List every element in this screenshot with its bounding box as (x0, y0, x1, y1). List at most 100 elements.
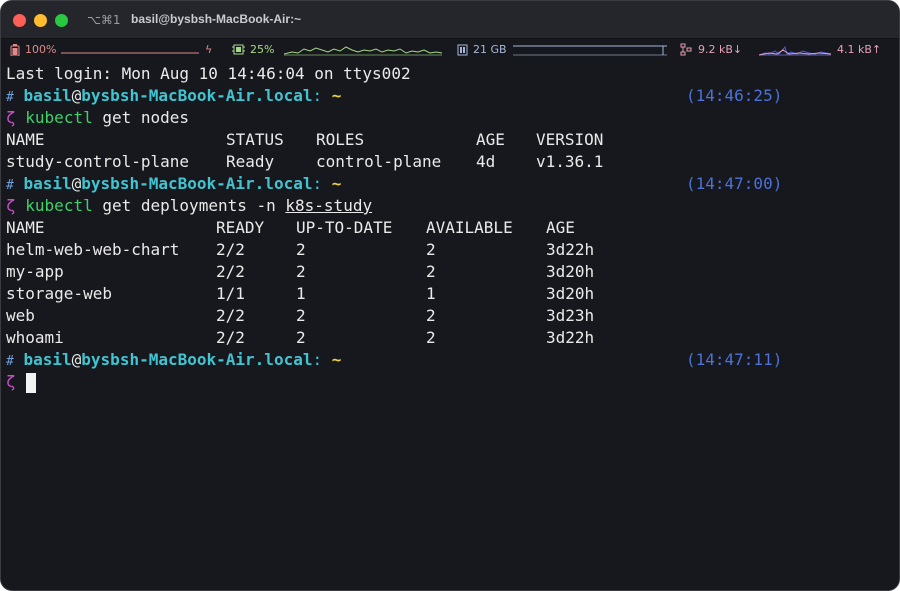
table-cell: 2/2 (216, 328, 245, 347)
minimize-button[interactable] (34, 14, 47, 27)
table-cell: 2 (426, 262, 436, 281)
prompt-at: @ (71, 86, 82, 105)
table-row: whoami 2/2 2 2 3d22h (6, 327, 896, 349)
memory-usage: 21 GB (473, 43, 507, 56)
table-cell: 3d20h (546, 262, 595, 281)
table-cell: web (6, 306, 35, 325)
header-cell: ROLES (316, 130, 365, 149)
input-line[interactable]: ζ (6, 371, 896, 393)
battery-line (61, 52, 199, 54)
table-cell: 3d22h (546, 240, 595, 259)
header-cell: VERSION (536, 130, 604, 149)
command-name: kubectl (25, 196, 93, 215)
table-cell: 2 (296, 262, 306, 281)
network-download: 9.2 kB↓ (698, 43, 743, 56)
table-cell: 2/2 (216, 240, 245, 259)
header-cell: NAME (6, 218, 45, 237)
prompt-user: basil (23, 350, 72, 369)
memory-sparkline (513, 45, 667, 56)
prompt-symbol: ζ (6, 196, 16, 215)
prompt-host: bysbsh-MacBook-Air.local (81, 86, 313, 105)
table-cell: 3d23h (546, 306, 595, 325)
table-cell: 2 (426, 328, 436, 347)
table-cell: v1.36.1 (536, 152, 604, 171)
memory-icon (457, 44, 468, 56)
table-cell: whoami (6, 328, 64, 347)
header-cell: NAME (6, 130, 45, 149)
table-row: study-control-plane Ready control-plane 4d v… (6, 151, 896, 173)
header-cell: STATUS (226, 130, 284, 149)
table-row: web 2/2 2 2 3d23h (6, 305, 896, 327)
network-icon (680, 43, 692, 56)
prompt-time: (14:47:00) (686, 174, 783, 193)
title-bar[interactable]: ⌥⌘1 basil@bysbsh-MacBook-Air:~ (1, 1, 899, 39)
prompt-line: # basil@bysbsh-MacBook-Air.local: ~ (14:4… (6, 85, 896, 107)
close-button[interactable] (13, 14, 26, 27)
command-name: kubectl (25, 108, 93, 127)
cpu-sparkline (284, 46, 443, 56)
cpu-percent: 25% (250, 43, 275, 56)
table-cell: 2 (296, 240, 306, 259)
prompt-hash: # (6, 354, 14, 369)
command-args: get deployments -n (102, 196, 276, 215)
prompt-time: (14:47:11) (686, 350, 783, 369)
zoom-button[interactable] (55, 14, 68, 27)
table-header: NAME STATUS ROLES AGE VERSION (6, 129, 896, 151)
command-line: ζ kubectl get deployments -n k8s-study (6, 195, 896, 217)
prompt-at: @ (71, 174, 82, 193)
table-cell: 3d20h (546, 284, 595, 303)
network-upload: 4.1 kB↑ (837, 43, 882, 56)
prompt-time: (14:46:25) (686, 86, 783, 105)
prompt-path: ~ (331, 350, 342, 369)
header-cell: READY (216, 218, 265, 237)
prompt-user: basil (23, 174, 72, 193)
header-cell: UP-TO-DATE (296, 218, 393, 237)
battery-icon (10, 44, 20, 56)
prompt-line: # basil@bysbsh-MacBook-Air.local: ~ (14:4… (6, 173, 896, 195)
header-cell: AVAILABLE (426, 218, 513, 237)
table-cell: 2/2 (216, 306, 245, 325)
prompt-colon: : (312, 350, 323, 369)
network-sparkline (759, 45, 832, 56)
header-cell: AGE (546, 218, 575, 237)
battery-percent: 100% (25, 43, 57, 56)
prompt-host: bysbsh-MacBook-Air.local (81, 350, 313, 369)
table-row: storage-web 1/1 1 1 3d20h (6, 283, 896, 305)
command-args: get nodes (102, 108, 190, 127)
table-cell: 4d (476, 152, 496, 171)
terminal-window: ⌥⌘1 basil@bysbsh-MacBook-Air:~ 100% ϟ 25… (0, 0, 900, 591)
command-line: ζ kubectl get nodes (6, 107, 896, 129)
prompt-hash: # (6, 178, 14, 193)
table-header: NAME READY UP-TO-DATE AVAILABLE AGE (6, 217, 896, 239)
table-cell: 2 (296, 306, 306, 325)
header-cell: AGE (476, 130, 505, 149)
prompt-path: ~ (331, 174, 342, 193)
table-cell: my-app (6, 262, 64, 281)
prompt-path: ~ (331, 86, 342, 105)
prompt-colon: : (312, 174, 323, 193)
window-title: basil@bysbsh-MacBook-Air:~ (131, 12, 302, 26)
terminal-output[interactable]: Last login: Mon Aug 10 14:46:04 on ttys0… (6, 63, 896, 393)
table-cell: Ready (226, 152, 275, 171)
bolt-icon: ϟ (205, 43, 213, 56)
prompt-symbol: ζ (6, 108, 16, 127)
table-cell: study-control-plane (6, 152, 190, 171)
status-bar: 100% ϟ 25% 21 GB 9.2 kB↓ 4.1 kB↑ (1, 39, 899, 61)
text-cursor[interactable] (25, 372, 36, 393)
table-cell: storage-web (6, 284, 112, 303)
table-row: my-app 2/2 2 2 3d20h (6, 261, 896, 283)
prompt-line: # basil@bysbsh-MacBook-Air.local: ~ (14:4… (6, 349, 896, 371)
table-row: helm-web-web-chart 2/2 2 2 3d22h (6, 239, 896, 261)
namespace-arg: k8s-study (285, 196, 373, 215)
window-shortcut: ⌥⌘1 (87, 13, 121, 27)
table-cell: helm-web-web-chart (6, 240, 180, 259)
prompt-user: basil (23, 86, 72, 105)
table-cell: 2/2 (216, 262, 245, 281)
table-cell: 2 (296, 328, 306, 347)
table-cell: control-plane (316, 152, 442, 171)
prompt-hash: # (6, 90, 14, 105)
prompt-host: bysbsh-MacBook-Air.local (81, 174, 313, 193)
table-cell: 1 (426, 284, 436, 303)
last-login-line: Last login: Mon Aug 10 14:46:04 on ttys0… (6, 64, 411, 83)
prompt-at: @ (71, 350, 82, 369)
